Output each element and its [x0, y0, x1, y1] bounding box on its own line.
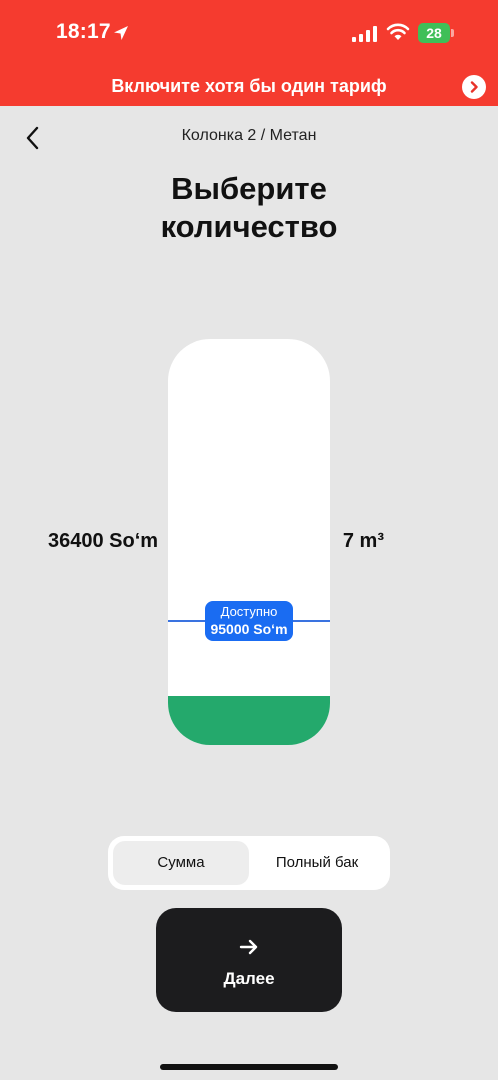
banner-text: Включите хотя бы один тариф	[111, 76, 387, 96]
page-title-line2: количество	[160, 209, 338, 244]
amount-slider[interactable]	[168, 339, 330, 745]
battery-level: 28	[418, 23, 450, 43]
chevron-right-icon	[470, 81, 478, 93]
mode-full-tank-option[interactable]: Полный бак	[249, 841, 385, 885]
location-arrow-icon	[114, 26, 128, 40]
page-title-line1: Выберите	[171, 171, 327, 206]
selected-amount: 36400 So‘m	[48, 530, 159, 552]
battery-charging-icon: 28	[418, 23, 454, 43]
next-button-label: Далее	[223, 969, 275, 988]
cellular-signal-icon	[352, 26, 377, 42]
next-button[interactable]: Далее	[156, 908, 342, 1012]
wifi-icon	[386, 23, 410, 40]
arrow-right-icon	[239, 939, 258, 955]
battery-cap	[451, 29, 454, 37]
page-title: Выберите количество	[0, 170, 498, 246]
home-indicator	[160, 1064, 338, 1070]
available-label: Доступно	[220, 604, 278, 619]
status-bar: 18:17 28	[0, 0, 498, 66]
tariff-banner[interactable]: Включите хотя бы один тариф	[0, 66, 498, 106]
slider-fill[interactable]	[168, 696, 330, 745]
mode-sum-option[interactable]: Сумма	[113, 841, 249, 885]
status-time: 18:17	[56, 20, 111, 43]
available-limit-badge: Доступно 95000 So‘m	[205, 601, 293, 641]
breadcrumb: Колонка 2 / Метан	[181, 127, 317, 144]
available-value: 95000 So‘m	[210, 621, 288, 637]
selected-volume: 7 m³	[342, 530, 384, 552]
mode-switch[interactable]: Сумма Полный бак	[108, 836, 390, 890]
banner-arrow-button[interactable]	[462, 75, 486, 99]
